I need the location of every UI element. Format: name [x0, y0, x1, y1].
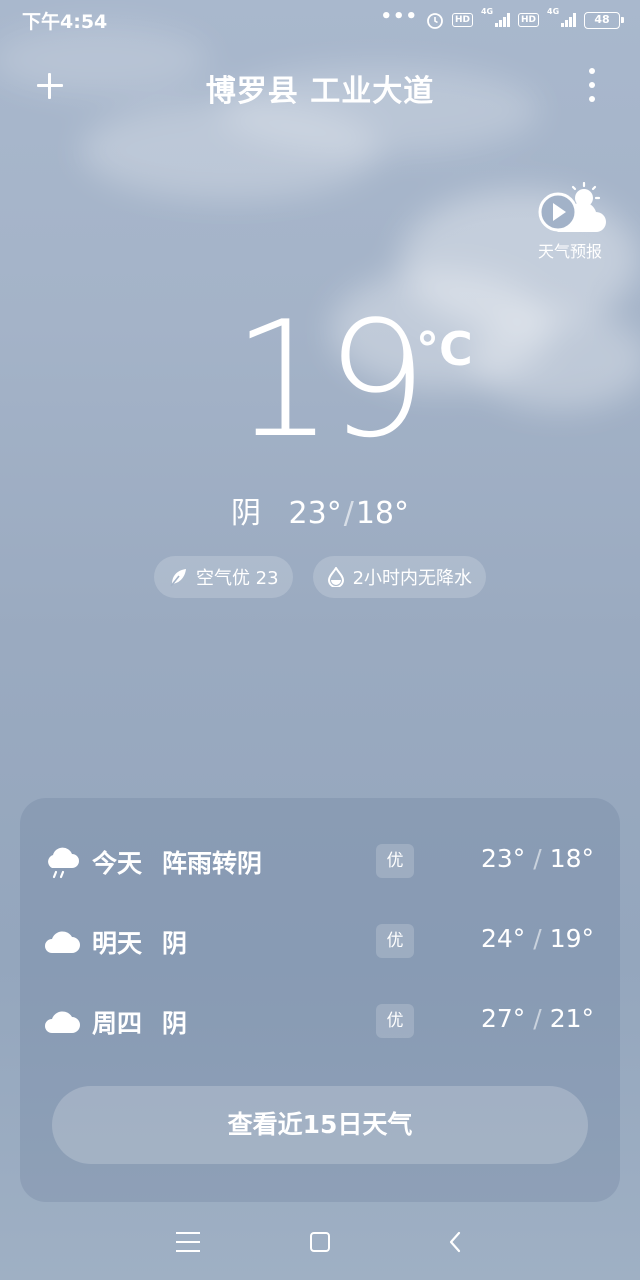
- forecast-day: 今天: [92, 849, 143, 878]
- system-nav-bar: [0, 1210, 640, 1280]
- home-icon[interactable]: [310, 1232, 330, 1252]
- view-15-day-forecast-button[interactable]: 查看近15日天气: [52, 1086, 588, 1164]
- forecast-video-label: 天气预报: [537, 242, 602, 261]
- air-quality-badge: 优: [376, 1004, 414, 1038]
- temp-separator: /: [533, 1004, 542, 1033]
- temp-separator: /: [343, 496, 354, 531]
- forecast-card: 今天 阵雨转阴 优 23°/18° 明天 阴 优 24°/19° 周四 阴 优 …: [20, 798, 620, 1202]
- hd-badge-1: HD: [451, 13, 473, 27]
- forecast-high: 24°: [480, 924, 526, 953]
- forecast-low: 18°: [549, 844, 594, 873]
- air-quality-text: 空气优 23: [195, 568, 279, 589]
- header: 博罗县 工业大道: [0, 58, 640, 112]
- forecast-row-thursday[interactable]: 周四 阴 优 27°/21°: [20, 992, 620, 1052]
- forecast-high: 27°: [480, 1004, 526, 1033]
- temp-separator: /: [533, 924, 542, 953]
- menu-icon[interactable]: [176, 1232, 200, 1252]
- play-sun-cloud-icon: [538, 182, 606, 232]
- forecast-condition: 阴: [162, 929, 188, 958]
- back-icon[interactable]: [446, 1230, 466, 1254]
- signal-1-icon: 4G: [481, 7, 510, 27]
- status-time: 下午4:54: [22, 10, 108, 33]
- air-quality-badge: 优: [376, 844, 414, 878]
- forecast-condition: 阴: [162, 1009, 188, 1038]
- more-vertical-icon[interactable]: [588, 68, 596, 102]
- forecast-temps: 24°/19°: [481, 924, 594, 953]
- network-type-2: 4G: [547, 7, 560, 16]
- forecast-day: 明天: [92, 929, 143, 958]
- current-condition: 阴: [230, 496, 261, 531]
- forecast-condition: 阵雨转阴: [162, 849, 263, 878]
- location-title[interactable]: 博罗县 工业大道: [0, 66, 640, 110]
- notification-dots: •••: [380, 6, 418, 27]
- status-bar: 下午4:54 ••• HD 4G HD 4G 48: [0, 0, 640, 40]
- battery-icon: 48: [584, 11, 624, 29]
- forecast-day: 周四: [92, 1009, 143, 1038]
- temperature-unit: °C: [416, 322, 473, 376]
- precipitation-text: 2小时内无降水: [352, 568, 473, 589]
- forecast-temps: 23°/18°: [481, 844, 594, 873]
- forecast-low: 21°: [549, 1004, 594, 1033]
- network-type-1: 4G: [480, 7, 494, 16]
- forecast-low: 19°: [549, 924, 594, 953]
- status-icons: ••• HD 4G HD 4G 48: [380, 6, 624, 29]
- temp-separator: /: [533, 844, 542, 873]
- air-quality-chip[interactable]: 空气优 23: [153, 556, 293, 598]
- forecast-row-today[interactable]: 今天 阵雨转阴 优 23°/18°: [20, 832, 620, 892]
- leaf-icon: [170, 569, 186, 587]
- cloud-icon: [45, 1011, 80, 1033]
- forecast-row-tomorrow[interactable]: 明天 阴 优 24°/19°: [20, 912, 620, 972]
- air-quality-badge: 优: [376, 924, 414, 958]
- hd-badge-2: HD: [517, 13, 539, 27]
- forecast-high: 23°: [480, 844, 526, 873]
- current-temperature-block: 19 °C: [0, 300, 640, 480]
- today-low: 18°: [355, 496, 410, 531]
- rain-cloud-icon: [48, 847, 79, 879]
- current-temperature: 19: [232, 286, 428, 473]
- today-high: 23°: [288, 496, 342, 531]
- signal-2-icon: 4G: [547, 7, 576, 27]
- precipitation-chip[interactable]: 2小时内无降水: [312, 556, 487, 598]
- weather-forecast-video-button[interactable]: 天气预报: [528, 182, 612, 266]
- condition-line: 阴 23°/18°: [0, 488, 640, 532]
- cloud-icon: [45, 931, 80, 953]
- info-chips: 空气优 23 2小时内无降水: [0, 556, 640, 598]
- water-drop-icon: [327, 567, 344, 587]
- alarm-icon: [427, 13, 443, 29]
- forecast-temps: 27°/21°: [481, 1004, 594, 1033]
